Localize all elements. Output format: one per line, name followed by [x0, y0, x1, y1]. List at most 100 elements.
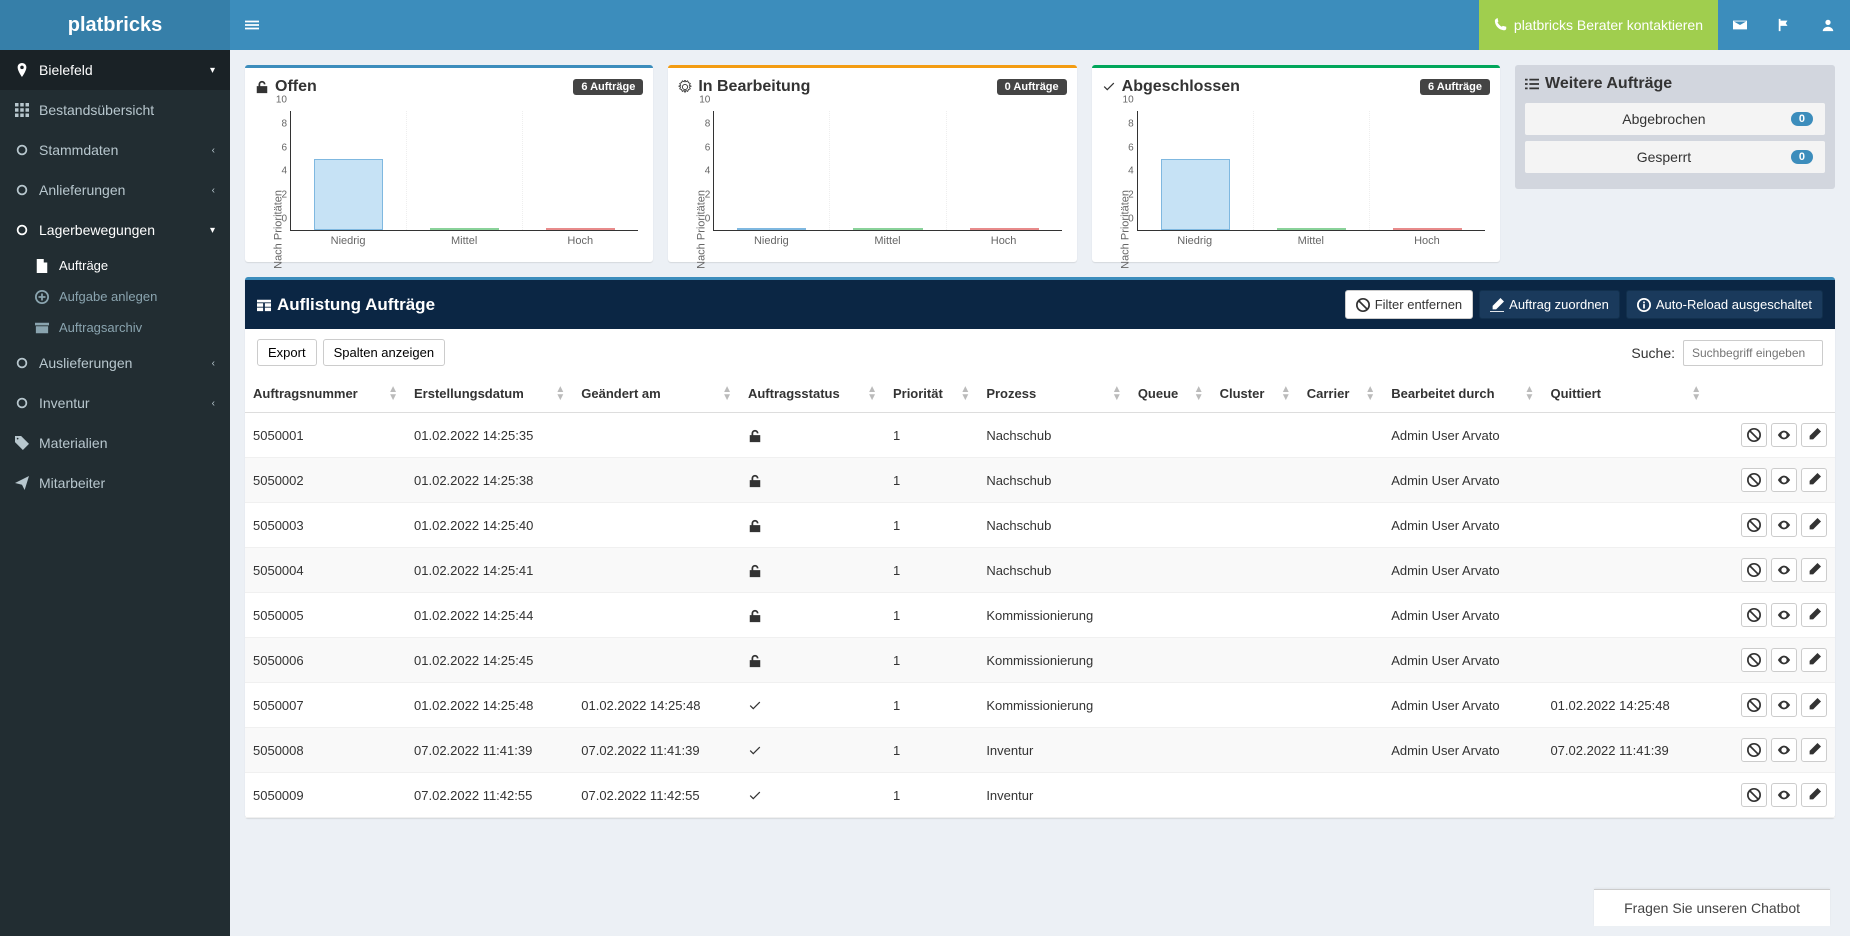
eye-icon	[1777, 473, 1791, 487]
edit-icon	[1807, 698, 1821, 712]
table-row[interactable]: 505000501.02.2022 14:25:441Kommissionier…	[245, 593, 1835, 638]
row-cancel-button[interactable]	[1741, 738, 1767, 762]
columns-button[interactable]: Spalten anzeigen	[323, 339, 445, 366]
chevron-down-icon: ▾	[210, 225, 215, 236]
column-header[interactable]: Cluster▲▼	[1212, 376, 1299, 413]
topbar: platbricks platbricks Berater kontaktier…	[0, 0, 1850, 50]
sidebar-item-mitarbeiter[interactable]: Mitarbeiter	[0, 463, 230, 503]
row-cancel-button[interactable]	[1741, 603, 1767, 627]
column-header[interactable]: Priorität▲▼	[885, 376, 978, 413]
table-row[interactable]: 505000601.02.2022 14:25:451Kommissionier…	[245, 638, 1835, 683]
row-cancel-button[interactable]	[1741, 648, 1767, 672]
sidebar-item-stammdaten[interactable]: Stammdaten‹	[0, 130, 230, 170]
search-input[interactable]	[1683, 340, 1823, 366]
ban-icon	[1747, 653, 1761, 667]
column-header[interactable]: Auftragsstatus▲▼	[740, 376, 885, 413]
row-edit-button[interactable]	[1801, 648, 1827, 672]
remove-filter-button[interactable]: Filter entfernen	[1345, 290, 1473, 319]
row-cancel-button[interactable]	[1741, 693, 1767, 717]
sort-icon: ▲▼	[1365, 386, 1375, 402]
row-cancel-button[interactable]	[1741, 468, 1767, 492]
mail-button[interactable]	[1718, 0, 1762, 50]
row-view-button[interactable]	[1771, 648, 1797, 672]
contact-label: platbricks Berater kontaktieren	[1514, 17, 1703, 33]
sort-icon: ▲▼	[1525, 386, 1535, 402]
notifications-button[interactable]	[1762, 0, 1806, 50]
row-cancel-button[interactable]	[1741, 423, 1767, 447]
column-header[interactable]: Prozess▲▼	[978, 376, 1130, 413]
row-view-button[interactable]	[1771, 468, 1797, 492]
sort-icon: ▲▼	[388, 386, 398, 402]
chatbot-prompt[interactable]: Fragen Sie unseren Chatbot	[1594, 889, 1830, 926]
auto-reload-button[interactable]: Auto-Reload ausgeschaltet	[1626, 290, 1823, 319]
gear-icon	[678, 80, 692, 94]
row-edit-button[interactable]	[1801, 693, 1827, 717]
column-header[interactable]: Carrier▲▼	[1299, 376, 1383, 413]
brand-logo[interactable]: platbricks	[0, 0, 230, 50]
contact-button[interactable]: platbricks Berater kontaktieren	[1479, 0, 1718, 50]
site-selector[interactable]: Bielefeld ▾	[0, 50, 230, 90]
menu-toggle[interactable]	[230, 16, 274, 34]
table-row[interactable]: 505000301.02.2022 14:25:401NachschubAdmi…	[245, 503, 1835, 548]
flag-icon	[1777, 18, 1791, 32]
sidebar-sub-aufgabe-anlegen[interactable]: Aufgabe anlegen	[0, 281, 230, 312]
sidebar-item-materialien[interactable]: Materialien	[0, 423, 230, 463]
assign-order-button[interactable]: Auftrag zuordnen	[1479, 290, 1620, 319]
sidebar-item-anlieferungen[interactable]: Anlieferungen‹	[0, 170, 230, 210]
sidebar-item-inventur[interactable]: Inventur‹	[0, 383, 230, 423]
row-cancel-button[interactable]	[1741, 783, 1767, 807]
row-cancel-button[interactable]	[1741, 558, 1767, 582]
edit-icon	[1807, 473, 1821, 487]
column-header[interactable]: Queue▲▼	[1130, 376, 1212, 413]
sidebar-item-bestandsübersicht[interactable]: Bestandsübersicht	[0, 90, 230, 130]
table-row[interactable]: 505000701.02.2022 14:25:4801.02.2022 14:…	[245, 683, 1835, 728]
row-view-button[interactable]	[1771, 738, 1797, 762]
unlock-icon	[748, 429, 762, 443]
column-header[interactable]	[1709, 376, 1835, 413]
column-header[interactable]: Bearbeitet durch▲▼	[1383, 376, 1542, 413]
sort-icon: ▲▼	[1691, 386, 1701, 402]
column-header[interactable]: Erstellungsdatum▲▼	[406, 376, 573, 413]
row-edit-button[interactable]	[1801, 738, 1827, 762]
row-edit-button[interactable]	[1801, 783, 1827, 807]
row-edit-button[interactable]	[1801, 423, 1827, 447]
sidebar-sub-aufträge[interactable]: Aufträge	[0, 250, 230, 281]
grid-icon	[15, 103, 29, 117]
extra-row-abgebrochen[interactable]: Abgebrochen0	[1525, 103, 1825, 135]
export-button[interactable]: Export	[257, 339, 317, 366]
column-header[interactable]: Geändert am▲▼	[573, 376, 740, 413]
row-edit-button[interactable]	[1801, 603, 1827, 627]
bars-icon	[245, 18, 259, 32]
table-row[interactable]: 505000101.02.2022 14:25:351NachschubAdmi…	[245, 413, 1835, 458]
row-view-button[interactable]	[1771, 783, 1797, 807]
table-row[interactable]: 505000807.02.2022 11:41:3907.02.2022 11:…	[245, 728, 1835, 773]
row-edit-button[interactable]	[1801, 513, 1827, 537]
table-row[interactable]: 505000907.02.2022 11:42:5507.02.2022 11:…	[245, 773, 1835, 818]
ban-icon	[1747, 428, 1761, 442]
column-header[interactable]: Auftragsnummer▲▼	[245, 376, 406, 413]
count-badge: 0	[1791, 150, 1813, 164]
stat-card-abgeschlossen: Abgeschlossen6 AufträgeNach Prioritäten0…	[1092, 65, 1500, 262]
row-edit-button[interactable]	[1801, 468, 1827, 492]
column-header[interactable]: Quittiert▲▼	[1542, 376, 1709, 413]
sidebar-item-auslieferungen[interactable]: Auslieferungen‹	[0, 343, 230, 383]
table-row[interactable]: 505000401.02.2022 14:25:411NachschubAdmi…	[245, 548, 1835, 593]
row-view-button[interactable]	[1771, 513, 1797, 537]
unlock-icon	[255, 80, 269, 94]
row-edit-button[interactable]	[1801, 558, 1827, 582]
sidebar-item-lagerbewegungen[interactable]: Lagerbewegungen▾	[0, 210, 230, 250]
sort-icon: ▲▼	[1112, 386, 1122, 402]
row-cancel-button[interactable]	[1741, 513, 1767, 537]
row-view-button[interactable]	[1771, 603, 1797, 627]
row-view-button[interactable]	[1771, 558, 1797, 582]
sidebar-sub-auftragsarchiv[interactable]: Auftragsarchiv	[0, 312, 230, 343]
table-row[interactable]: 505000201.02.2022 14:25:381NachschubAdmi…	[245, 458, 1835, 503]
circle-icon	[15, 356, 29, 370]
ban-icon	[1747, 563, 1761, 577]
row-view-button[interactable]	[1771, 423, 1797, 447]
row-view-button[interactable]	[1771, 693, 1797, 717]
phone-icon	[1494, 18, 1508, 32]
user-menu-button[interactable]	[1806, 0, 1850, 50]
extra-row-gesperrt[interactable]: Gesperrt0	[1525, 141, 1825, 173]
marker-icon	[15, 63, 29, 77]
